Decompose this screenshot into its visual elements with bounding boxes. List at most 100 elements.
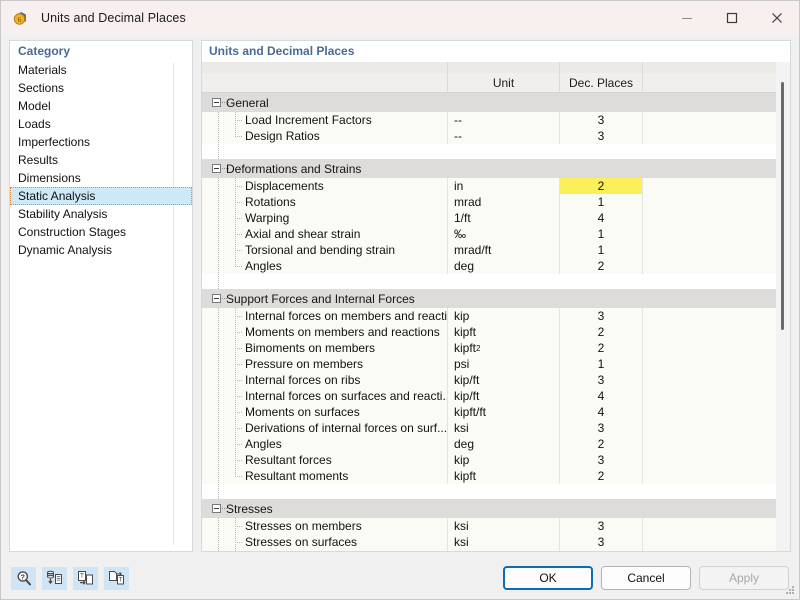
cell-unit[interactable]: deg: [448, 436, 560, 452]
cell-unit[interactable]: ksi: [448, 420, 560, 436]
cell-extra[interactable]: [643, 112, 776, 128]
save-to-file-icon[interactable]: T: [104, 567, 129, 590]
cancel-button[interactable]: Cancel: [601, 566, 691, 590]
import-units-icon[interactable]: [42, 567, 67, 590]
table-row[interactable]: Anglesdeg2: [202, 258, 776, 274]
cell-unit[interactable]: 1/ft: [448, 210, 560, 226]
cell-extra[interactable]: [643, 128, 776, 144]
cell-dec-places[interactable]: 2: [560, 258, 643, 274]
cell-unit[interactable]: in: [448, 178, 560, 194]
group-row[interactable]: Deformations and Strains: [202, 159, 776, 178]
cell-unit[interactable]: mrad: [448, 194, 560, 210]
cell-dec-places[interactable]: 1: [560, 242, 643, 258]
cell-dec-places[interactable]: 3: [560, 420, 643, 436]
table-row[interactable]: Derivations of internal forces on surf..…: [202, 420, 776, 436]
collapse-icon[interactable]: [212, 164, 221, 173]
sidebar-item-materials[interactable]: Materials: [10, 61, 192, 79]
cell-extra[interactable]: [643, 210, 776, 226]
cell-dec-places[interactable]: 4: [560, 404, 643, 420]
cell-extra[interactable]: [643, 468, 776, 484]
cell-unit[interactable]: ‰: [448, 226, 560, 242]
cell-dec-places[interactable]: 2: [560, 324, 643, 340]
col-header-dec-places[interactable]: Dec. Places: [560, 73, 643, 92]
ok-button[interactable]: OK: [503, 566, 593, 590]
cell-unit[interactable]: --: [448, 112, 560, 128]
table-row[interactable]: Stresses on solidsksi3: [202, 550, 776, 551]
cell-dec-places[interactable]: 3: [560, 518, 643, 534]
cell-unit[interactable]: deg: [448, 258, 560, 274]
cell-extra[interactable]: [643, 308, 776, 324]
cell-unit[interactable]: kip/ft: [448, 388, 560, 404]
table-row[interactable]: Internal forces on ribskip/ft3: [202, 372, 776, 388]
cell-unit[interactable]: kipft/ft: [448, 404, 560, 420]
sidebar-item-stability-analysis[interactable]: Stability Analysis: [10, 205, 192, 223]
cell-dec-places[interactable]: 1: [560, 194, 643, 210]
sidebar-item-construction-stages[interactable]: Construction Stages: [10, 223, 192, 241]
cell-extra[interactable]: [643, 518, 776, 534]
cell-unit[interactable]: ksi: [448, 534, 560, 550]
cell-extra[interactable]: [643, 534, 776, 550]
cell-unit[interactable]: psi: [448, 356, 560, 372]
table-row[interactable]: Resultant momentskipft2: [202, 468, 776, 484]
cell-extra[interactable]: [643, 356, 776, 372]
cell-extra[interactable]: [643, 324, 776, 340]
group-row[interactable]: Stresses: [202, 499, 776, 518]
table-row[interactable]: Internal forces on members and reacti...…: [202, 308, 776, 324]
table-row[interactable]: Stresses on membersksi3: [202, 518, 776, 534]
cell-unit[interactable]: --: [448, 128, 560, 144]
table-row[interactable]: Design Ratios--3: [202, 128, 776, 144]
cell-unit[interactable]: kipft: [448, 468, 560, 484]
cell-extra[interactable]: [643, 226, 776, 242]
cell-unit[interactable]: ksi: [448, 550, 560, 551]
sidebar-item-static-analysis[interactable]: Static Analysis: [10, 187, 192, 205]
table-row[interactable]: Internal forces on surfaces and reacti..…: [202, 388, 776, 404]
cell-dec-places[interactable]: 3: [560, 452, 643, 468]
cell-dec-places[interactable]: 2: [560, 436, 643, 452]
minimize-button[interactable]: [664, 1, 709, 34]
cell-extra[interactable]: [643, 372, 776, 388]
sidebar-item-dimensions[interactable]: Dimensions: [10, 169, 192, 187]
cell-dec-places[interactable]: 4: [560, 388, 643, 404]
table-row[interactable]: Moments on members and reactionskipft2: [202, 324, 776, 340]
sidebar-item-loads[interactable]: Loads: [10, 115, 192, 133]
cell-dec-places[interactable]: 1: [560, 356, 643, 372]
cell-name[interactable]: Stresses on solids: [202, 550, 448, 551]
collapse-icon[interactable]: [212, 294, 221, 303]
cell-extra[interactable]: [643, 194, 776, 210]
cell-extra[interactable]: [643, 242, 776, 258]
cell-unit[interactable]: kipft2: [448, 340, 560, 356]
col-header-name[interactable]: [202, 73, 448, 92]
cell-dec-places[interactable]: 3: [560, 128, 643, 144]
table-row[interactable]: Stresses on surfacesksi3: [202, 534, 776, 550]
cell-extra[interactable]: [643, 340, 776, 356]
cell-unit[interactable]: kip: [448, 308, 560, 324]
cell-extra[interactable]: [643, 388, 776, 404]
col-header-unit[interactable]: Unit: [448, 73, 560, 92]
sidebar-item-sections[interactable]: Sections: [10, 79, 192, 97]
col-header-extra[interactable]: [643, 73, 776, 92]
table-row[interactable]: Warping1/ft4: [202, 210, 776, 226]
cell-unit[interactable]: ksi: [448, 518, 560, 534]
cell-dec-places[interactable]: 3: [560, 112, 643, 128]
table-row[interactable]: Displacementsin2: [202, 178, 776, 194]
sidebar-item-imperfections[interactable]: Imperfections: [10, 133, 192, 151]
cell-extra[interactable]: [643, 258, 776, 274]
cell-extra[interactable]: [643, 452, 776, 468]
table-row[interactable]: Axial and shear strain‰1: [202, 226, 776, 242]
find-icon[interactable]: ?: [11, 567, 36, 590]
cell-dec-places[interactable]: 3: [560, 550, 643, 551]
cell-unit[interactable]: kip/ft: [448, 372, 560, 388]
cell-extra[interactable]: [643, 436, 776, 452]
cell-dec-places[interactable]: 2: [560, 178, 643, 194]
close-button[interactable]: [754, 1, 799, 34]
cell-dec-places[interactable]: 1: [560, 226, 643, 242]
cell-extra[interactable]: [643, 404, 776, 420]
table-row[interactable]: Rotationsmrad1: [202, 194, 776, 210]
load-from-file-icon[interactable]: T: [73, 567, 98, 590]
collapse-icon[interactable]: [212, 98, 221, 107]
cell-dec-places[interactable]: 2: [560, 468, 643, 484]
table-row[interactable]: Load Increment Factors--3: [202, 112, 776, 128]
cell-unit[interactable]: kip: [448, 452, 560, 468]
vertical-scrollbar[interactable]: [776, 62, 790, 551]
maximize-button[interactable]: [709, 1, 754, 34]
